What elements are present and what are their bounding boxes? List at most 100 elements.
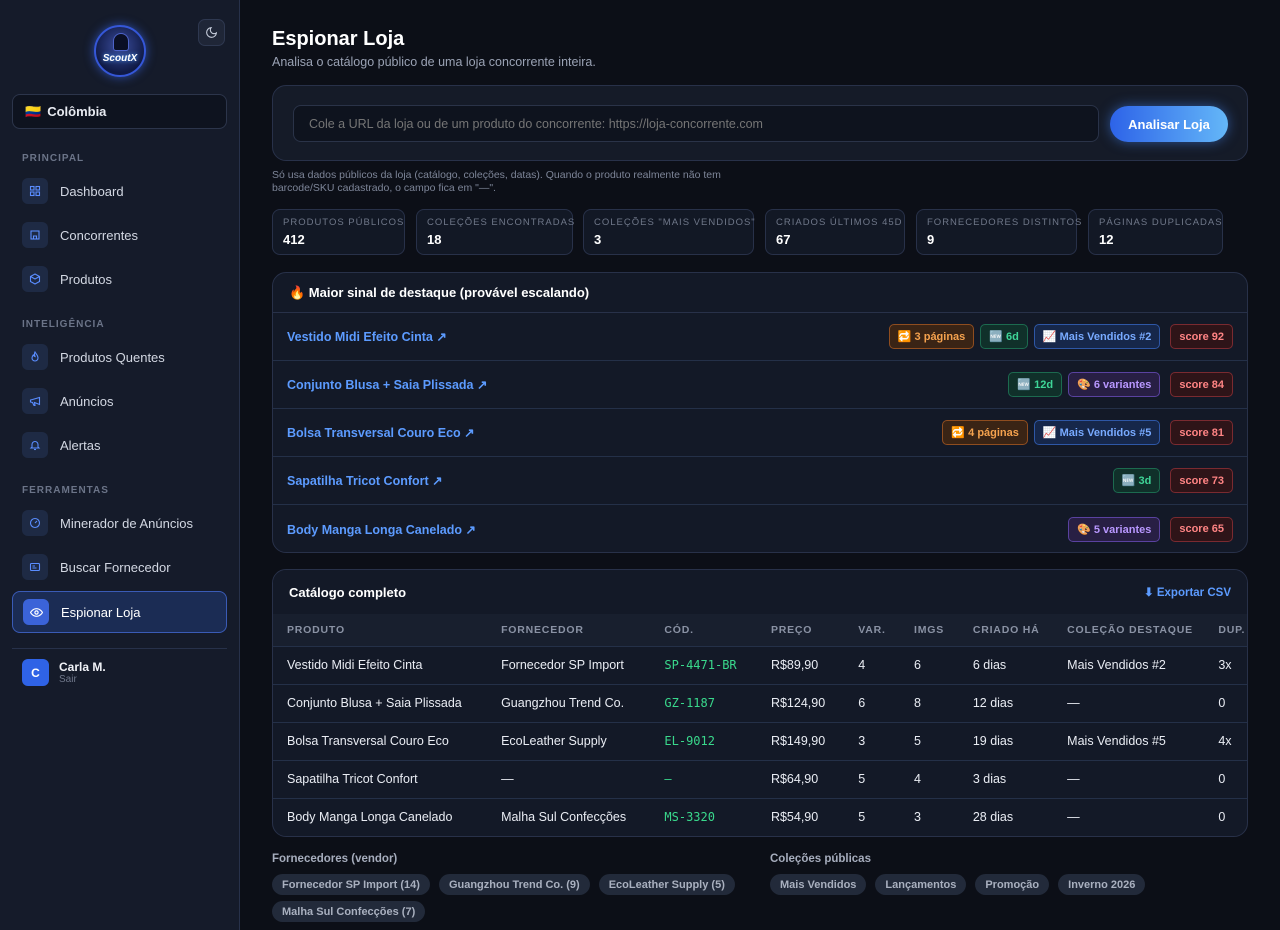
signal-badge: 📈 Mais Vendidos #2 — [1033, 324, 1161, 349]
country-selector[interactable]: 🇨🇴 Colômbia — [12, 94, 227, 129]
stat-value: 18 — [427, 232, 442, 247]
vendor-chip[interactable]: Fornecedor SP Import (14) — [272, 874, 430, 895]
grid-icon — [22, 178, 48, 204]
vendors-title: Fornecedores (vendor) — [272, 853, 398, 865]
product-link[interactable]: Vestido Midi Efeito Cinta ↗ — [287, 329, 447, 344]
sidebar-item-dashboard[interactable]: Dashboard — [12, 171, 227, 211]
product-link[interactable]: Sapatilha Tricot Confort ↗ — [287, 473, 443, 488]
country-label: Colômbia — [47, 104, 107, 119]
id-card-icon — [22, 554, 48, 580]
table-row[interactable]: Body Manga Longa Canelado Malha Sul Confe… — [273, 797, 1247, 836]
collection-chip[interactable]: Lançamentos — [875, 874, 967, 895]
gauge-icon — [22, 510, 48, 536]
eye-icon — [23, 599, 49, 625]
collection-chip[interactable]: Mais Vendidos — [770, 874, 867, 895]
vendor-chip[interactable]: EcoLeather Supply (5) — [598, 874, 735, 895]
data-note: Só usa dados públicos da loja (catálogo,… — [272, 169, 721, 194]
sidebar-item-produtos[interactable]: Produtos — [12, 259, 227, 299]
flame-icon — [22, 344, 48, 370]
hot-products-card: 🔥 Maior sinal de destaque (provável esca… — [272, 272, 1248, 553]
column-header[interactable]: CRIADO HÁ — [958, 614, 1054, 646]
product-link[interactable]: Conjunto Blusa + Saia Plissada ↗ — [287, 377, 487, 392]
score-badge: score 65 — [1170, 516, 1233, 542]
store-url-input[interactable] — [293, 105, 1099, 142]
hot-product-row: Vestido Midi Efeito Cinta ↗ 🔁 3 páginas 🆕 … — [273, 313, 1247, 361]
signal-badge: 🆕 3d — [1112, 468, 1161, 493]
table-cell: Mais Vendidos #2 — [1053, 645, 1205, 684]
page-subtitle: Analisa o catálogo público de uma loja c… — [272, 55, 596, 69]
table-cell: 0 — [1204, 797, 1247, 836]
table-cell: Mais Vendidos #5 — [1053, 721, 1205, 760]
vendor-chip[interactable]: Guangzhou Trend Co. (9) — [438, 874, 590, 895]
column-header[interactable]: COLEÇÃO DESTAQUE — [1053, 614, 1205, 646]
collection-chip[interactable]: Promoção — [975, 874, 1050, 895]
sidebar-item-alertas[interactable]: Alertas — [12, 425, 227, 465]
stat-value: 67 — [776, 232, 791, 247]
score-badge: score 84 — [1170, 372, 1233, 397]
collection-chip[interactable]: Inverno 2026 — [1058, 874, 1146, 895]
badge-group: 🔁 4 páginas 📈 Mais Vendidos #5 score 81 — [942, 420, 1233, 445]
sidebar-item-buscar-fornecedor[interactable]: Buscar Fornecedor — [12, 547, 227, 587]
logout-link[interactable]: Sair — [59, 674, 106, 685]
sidebar: ScoutX 🇨🇴 Colômbia PRINCIPAL Dashboard Co… — [0, 0, 240, 930]
table-cell: Conjunto Blusa + Saia Plissada — [273, 683, 488, 722]
table-header-row: PRODUTO FORNECEDOR CÓD. PREÇO VAR. IMGS CRIADO… — [273, 614, 1247, 646]
sidebar-item-label: Minerador de Anúncios — [60, 515, 193, 531]
table-cell: R$54,90 — [756, 797, 845, 836]
sidebar-item-label: Dashboard — [60, 183, 124, 199]
table-cell: 5 — [844, 797, 900, 836]
brand-logo[interactable]: ScoutX — [94, 25, 146, 77]
table-cell: — — [1053, 759, 1205, 798]
column-header[interactable]: VAR. — [844, 614, 900, 646]
table-cell: 5 — [899, 721, 959, 760]
table-cell: Malha Sul Confecções — [487, 797, 651, 836]
product-link[interactable]: Body Manga Longa Canelado ↗ — [287, 522, 476, 537]
stat-label: CRIADOS ÚLTIMOS 45D — [776, 217, 903, 228]
column-header[interactable]: DUP. — [1204, 614, 1247, 646]
signal-badge: 🆕 6d — [980, 324, 1028, 349]
sidebar-item-label: Espionar Loja — [61, 604, 141, 620]
table-row[interactable]: Sapatilha Tricot Confort — — R$64,90 5 4 3 dia… — [273, 759, 1247, 798]
sidebar-item-espionar-loja[interactable]: Espionar Loja — [12, 591, 227, 633]
stat-card: CRIADOS ÚLTIMOS 45D 67 — [765, 209, 905, 255]
user-name: Carla M. — [59, 660, 106, 674]
column-header[interactable]: IMGS — [899, 614, 959, 646]
sidebar-item-label: Produtos — [60, 271, 113, 287]
badge-group: 🆕 12d 🎨 6 variantes score 84 — [1008, 372, 1233, 397]
sidebar-item-anuncios[interactable]: Anúncios — [12, 381, 227, 421]
table-cell: 19 dias — [958, 721, 1054, 760]
vendor-chip[interactable]: Malha Sul Confecções (7) — [272, 901, 426, 922]
table-cell: R$149,90 — [756, 721, 845, 760]
page-title: Espionar Loja — [272, 28, 405, 50]
column-header[interactable]: PREÇO — [756, 614, 845, 646]
column-header[interactable]: CÓD. — [650, 614, 757, 646]
user-profile[interactable]: C Carla M. Sair — [22, 659, 106, 686]
hot-products-title: 🔥 Maior sinal de destaque (provável esca… — [273, 273, 1247, 313]
stat-card: COLEÇÕES ENCONTRADAS 18 — [416, 209, 574, 255]
stat-label: COLEÇÕES "MAIS VENDIDOS" — [594, 217, 756, 228]
table-cell: Vestido Midi Efeito Cinta — [273, 645, 488, 684]
column-header[interactable]: PRODUTO — [273, 614, 488, 646]
product-link[interactable]: Bolsa Transversal Couro Eco ↗ — [287, 425, 475, 440]
theme-toggle-button[interactable] — [198, 19, 225, 46]
table-row[interactable]: Vestido Midi Efeito Cinta Fornecedor SP I… — [273, 645, 1247, 684]
table-cell: — — [487, 759, 651, 798]
table-cell: 4 — [844, 645, 900, 684]
table-row[interactable]: Conjunto Blusa + Saia Plissada Guangzhou … — [273, 683, 1247, 722]
analyze-store-button[interactable]: Analisar Loja — [1110, 106, 1228, 142]
table-cell: — — [1053, 683, 1205, 722]
signal-badge: 🎨 5 variantes — [1068, 516, 1161, 542]
sidebar-item-label: Alertas — [60, 437, 101, 453]
sidebar-item-minerador[interactable]: Minerador de Anúncios — [12, 503, 227, 543]
table-row[interactable]: Bolsa Transversal Couro Eco EcoLeather Su… — [273, 721, 1247, 760]
table-cell: — — [650, 759, 757, 798]
sidebar-item-produtos-quentes[interactable]: Produtos Quentes — [12, 337, 227, 377]
logo-text: ScoutX — [102, 53, 138, 64]
export-csv-button[interactable]: ⬇ Exportar CSV — [1144, 585, 1231, 599]
column-header[interactable]: FORNECEDOR — [487, 614, 651, 646]
section-ferramentas: FERRAMENTAS — [22, 485, 109, 496]
table-cell: R$124,90 — [756, 683, 845, 722]
stat-label: PÁGINAS DUPLICADAS — [1099, 217, 1223, 228]
sidebar-item-concorrentes[interactable]: Concorrentes — [12, 215, 227, 255]
table-cell: SP-4471-BR — [650, 645, 757, 684]
